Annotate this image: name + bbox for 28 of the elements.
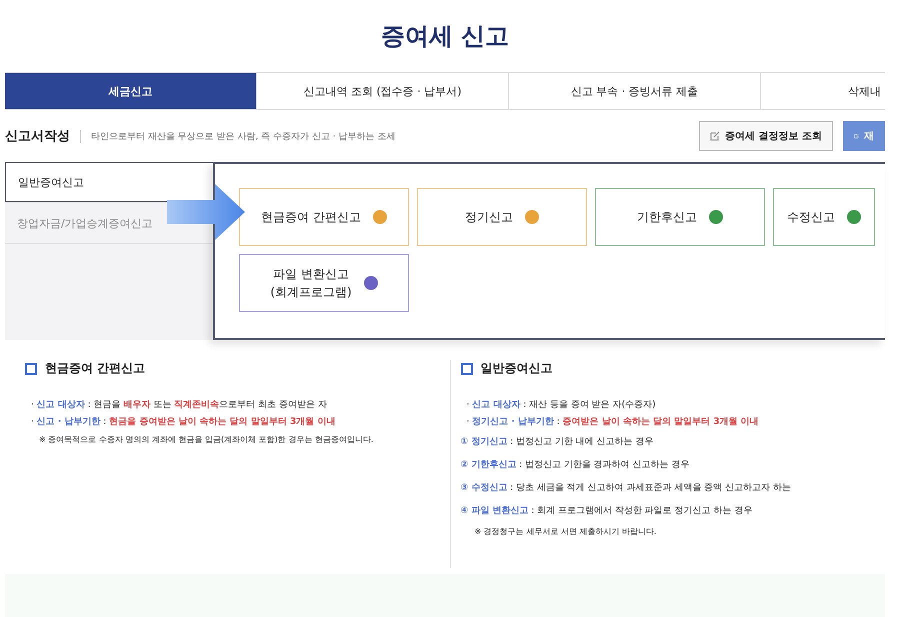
lookup-button[interactable]: 증여세 결정정보 조회 [699,121,833,151]
report-card[interactable]: 정기신고 [417,188,587,246]
info-text: ② 기한후신고 : 법정신고 기한을 경과하여 신고하는 경우 [460,459,690,472]
section-title: 신고서작성 [5,128,70,145]
edit-icon [854,131,859,141]
info-text: · 신고 대상자 : 현금을 배우자 또는 직계존비속으로부터 최초 증여받은 자 [30,399,328,412]
info-heading: 현금증여 간편신고 [45,360,146,377]
section-description: 타인으로부터 재산을 무상으로 받은 사람, 즉 수증자가 신고 · 납부하는 조세 [80,130,690,142]
info-text: · 신고 대상자 : 재산 등을 증여 받은 자(수증자) [466,399,657,412]
checkbox-icon [25,362,37,374]
note-text: ※ 증여목적으로 수증자 명의의 계좌에 현금을 입금(계좌이체 포함)한 경우는 현금증여입니다. [38,434,374,446]
report-card[interactable]: 기한후신고 [595,188,765,246]
page-title: 증여세 신고 [380,21,510,52]
arrow-icon [167,184,245,240]
note-text: ※ 경정청구는 세무서로 서면 제출하시기 바랍니다. [474,526,658,538]
info-text: · 정기신고 · 납부기한 : 증여받은 날이 속하는 달의 말일부터 3개월 이내 [466,416,760,429]
info-text: · 신고 · 납부기한 : 현금을 증여받은 날이 속하는 달의 말일부터 3개월 이내 [30,416,336,429]
info-heading: 일반증여신고 [480,360,552,377]
report-card[interactable]: 파일 변환신고 (회계프로그램) [239,254,409,312]
report-card[interactable]: 현금증여 간편신고 [239,188,409,246]
tab[interactable]: 세금신고 [5,73,257,109]
info-text: ④ 파일 변환신고 : 회계 프로그램에서 작성한 파일로 정기신고 하는 경우 [460,505,754,518]
report-card[interactable]: 수정신고 [773,188,875,246]
info-text: ① 정기신고 : 법정신고 기한 내에 신고하는 경우 [460,436,654,449]
edit-icon [710,131,720,141]
checkbox-icon [460,362,472,374]
info-text: ③ 수정신고 : 당초 세금을 적게 신고하여 과세표준과 세액을 증액 신고하고자 하는 [460,482,792,495]
sidebar-item[interactable]: 일반증여신고 [5,162,213,202]
